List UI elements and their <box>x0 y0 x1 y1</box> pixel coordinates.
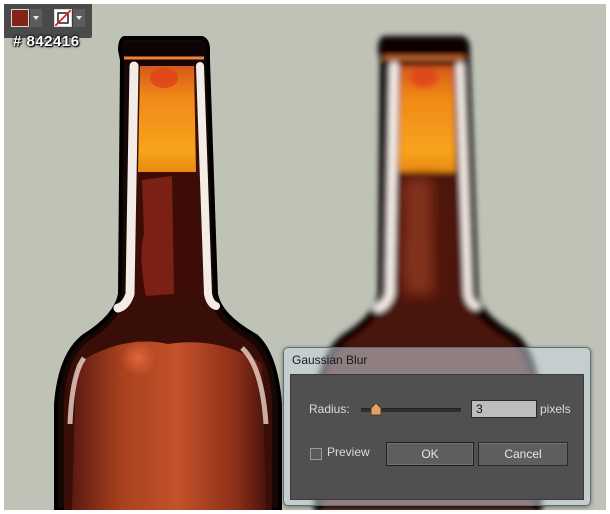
stroke-color-swatch[interactable] <box>54 9 72 27</box>
dialog-body: Radius: pixels Preview OK Cancel <box>290 374 584 500</box>
chevron-down-icon[interactable] <box>72 9 85 27</box>
preview-label: Preview <box>327 445 370 459</box>
fill-color-swatch[interactable] <box>11 9 29 27</box>
no-color-slash-icon <box>54 9 72 27</box>
hex-color-label: # 842416 <box>13 33 80 50</box>
preview-checkbox[interactable] <box>310 448 322 460</box>
left-bottle <box>54 36 282 510</box>
radius-label: Radius: <box>309 402 350 416</box>
gaussian-blur-dialog: Gaussian Blur Radius: pixels Preview OK … <box>283 347 591 506</box>
slider-thumb-icon[interactable] <box>370 402 382 416</box>
radius-slider[interactable] <box>361 402 461 416</box>
dialog-title: Gaussian Blur <box>292 353 368 367</box>
radius-unit-label: pixels <box>540 402 571 416</box>
cancel-button[interactable]: Cancel <box>478 442 568 466</box>
chevron-down-icon[interactable] <box>29 9 42 27</box>
radius-input[interactable] <box>471 400 537 418</box>
ok-button[interactable]: OK <box>386 442 474 466</box>
